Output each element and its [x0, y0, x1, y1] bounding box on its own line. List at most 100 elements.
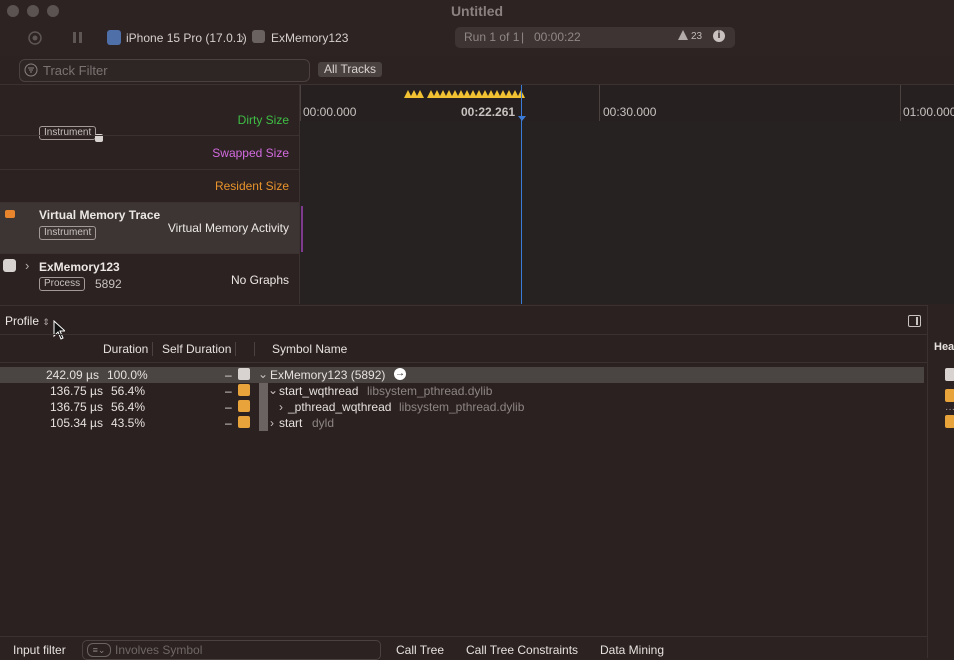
disclosure-closed-icon[interactable]: › — [270, 416, 274, 430]
instrument-icon — [5, 210, 15, 218]
vm-trace-name: Virtual Memory Trace — [39, 208, 161, 222]
record-button[interactable] — [28, 31, 42, 48]
self-duration-column-header[interactable]: Self Duration — [162, 342, 231, 356]
library-icon — [945, 389, 954, 402]
row-library: libsystem_pthread.dylib — [367, 384, 493, 398]
run-elapsed: 00:00:22 — [534, 30, 581, 44]
call-tree-row[interactable]: 136.75 µs 56.4% – ⌄ start_wqthread libsy… — [0, 383, 924, 399]
tick-mark — [300, 85, 301, 121]
cursor-time-label: 00:22.261 — [461, 105, 516, 119]
tick-label: 00:30.000 — [603, 105, 657, 119]
row-symbol: start — [279, 416, 303, 430]
process-pid: 5892 — [95, 277, 122, 291]
tick-label: 00:00.000 — [303, 105, 357, 119]
row-duration: 242.09 µs — [46, 368, 99, 382]
dirty-size-label: Dirty Size — [237, 113, 289, 127]
focus-arrow-icon[interactable]: → — [394, 368, 406, 380]
instrument-badge: Instrument — [39, 126, 97, 140]
process-track-row[interactable]: › ExMemory123 Process 5892 No Graphs — [0, 254, 299, 304]
depth-bar — [259, 415, 268, 431]
row-library: dyld — [312, 416, 335, 430]
row-symbol: start_wqthread — [279, 384, 359, 398]
vm-activity-label: Virtual Memory Activity — [167, 221, 289, 235]
tab-call-tree-constraints[interactable]: Call Tree Constraints — [466, 643, 578, 657]
pause-button[interactable] — [72, 31, 84, 47]
row-percent: 56.4% — [111, 400, 146, 414]
vm-trace-track-row[interactable]: Virtual Memory Trace Instrument Virtual … — [0, 203, 299, 253]
tab-data-mining[interactable]: Data Mining — [600, 643, 664, 657]
chevron-right-icon: › — [240, 29, 245, 45]
timeline-area[interactable] — [300, 121, 954, 304]
device-icon — [107, 30, 121, 45]
footer-bar: Input filter ≡⌄ Involves Symbol Call Tre… — [0, 636, 927, 660]
row-duration: 105.34 µs — [50, 416, 103, 430]
resident-size-label: Resident Size — [214, 179, 289, 193]
row-self: – — [225, 368, 232, 382]
vm-activity-graph — [301, 206, 303, 252]
warning-count: 23 — [691, 31, 703, 42]
row-self: – — [225, 416, 232, 430]
row-percent: 100.0% — [107, 368, 148, 382]
tab-call-tree[interactable]: Call Tree — [396, 643, 444, 657]
pause-icon — [73, 32, 82, 43]
process-badge: Process — [39, 277, 86, 291]
run-label: Run 1 of 1 — [464, 30, 520, 44]
updown-chevron-icon: ⇕ — [42, 317, 50, 327]
title-bar: Untitled iPhone 15 Pro (17.0.1) › ExMemo… — [0, 0, 954, 56]
call-tree-row[interactable]: 242.09 µs 100.0% – ⌄ ExMemory123 (5892) … — [0, 367, 924, 383]
app-icon — [252, 30, 265, 43]
divider — [0, 362, 927, 363]
depth-bar — [259, 383, 268, 399]
tick-mark — [599, 85, 600, 121]
disclosure-open-icon[interactable]: ⌄ — [268, 383, 278, 397]
run-status: Run 1 of 1 | 00:00:22 23 i — [455, 27, 735, 48]
row-duration: 136.75 µs — [50, 400, 103, 414]
target-selector[interactable]: ExMemory123 — [271, 31, 348, 45]
track-list: Instrument Dirty Size Swapped Size Resid… — [0, 85, 299, 304]
disclosure-closed-icon[interactable]: › — [279, 400, 283, 414]
process-icon — [238, 368, 250, 380]
run-separator-icon: | — [521, 30, 525, 44]
window-title: Untitled — [450, 3, 504, 19]
library-icon — [238, 416, 250, 428]
info-icon[interactable]: i — [713, 30, 725, 42]
detail-pane: Profile ⇕ Duration Self Duration Symbol … — [0, 305, 927, 636]
heaviest-stack-header: Hea — [934, 341, 954, 353]
swapped-size-label: Swapped Size — [212, 146, 289, 160]
symbol-name-column-header[interactable]: Symbol Name — [272, 342, 347, 356]
profile-mode-label: Profile — [5, 314, 40, 328]
warning-icon[interactable] — [677, 29, 689, 44]
record-icon — [28, 31, 42, 45]
column-separator — [254, 342, 255, 356]
filter-menu-icon[interactable]: ≡⌄ — [87, 643, 111, 657]
library-icon — [945, 415, 954, 428]
process-icon — [3, 259, 16, 272]
profile-mode-selector[interactable]: Profile ⇕ — [5, 314, 50, 328]
process-icon — [945, 368, 954, 381]
call-tree-row[interactable]: 105.34 µs 43.5% – › start dyld — [0, 415, 924, 431]
event-markers[interactable] — [403, 86, 533, 99]
disclosure-open-icon[interactable]: ⌄ — [258, 367, 268, 381]
tick-label: 01:00.000 — [903, 105, 954, 119]
duration-column-header[interactable]: Duration — [103, 342, 148, 356]
track-filter-field[interactable]: Track Filter — [19, 59, 310, 82]
row-percent: 56.4% — [111, 384, 146, 398]
mouse-pointer-icon — [53, 320, 65, 340]
input-filter-label[interactable]: Input filter — [13, 643, 66, 657]
more-icon: ··· — [945, 404, 954, 415]
library-icon — [238, 384, 250, 396]
involves-symbol-field[interactable]: ≡⌄ Involves Symbol — [82, 640, 381, 660]
inspector-toggle-icon[interactable] — [908, 315, 921, 327]
row-self: – — [225, 384, 232, 398]
disclosure-chevron-icon[interactable]: › — [25, 258, 29, 273]
row-symbol: _pthread_wqthread — [288, 400, 392, 414]
device-selector[interactable]: iPhone 15 Pro (17.0.1) — [126, 31, 247, 45]
row-duration: 136.75 µs — [50, 384, 103, 398]
memory-track-row[interactable]: Instrument Dirty Size Swapped Size Resid… — [0, 113, 299, 203]
process-name: ExMemory123 — [39, 260, 120, 274]
depth-bar — [259, 399, 268, 415]
call-tree-row[interactable]: 136.75 µs 56.4% – › _pthread_wqthread li… — [0, 399, 924, 415]
tick-mark — [900, 85, 901, 121]
filter-icon — [24, 63, 38, 82]
all-tracks-button[interactable]: All Tracks — [318, 62, 383, 77]
